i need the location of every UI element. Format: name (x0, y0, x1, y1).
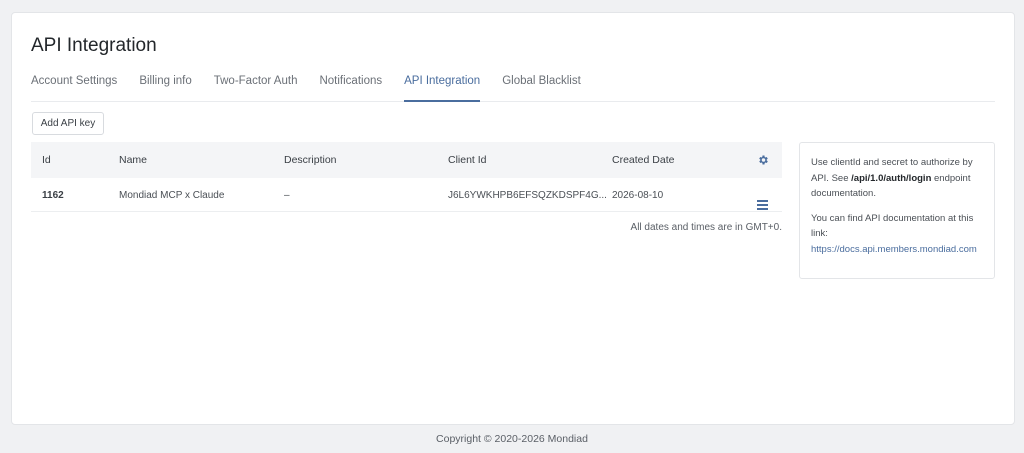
tab-billing-info[interactable]: Billing info (139, 73, 191, 102)
column-header-client-id: Client Id (448, 154, 487, 166)
auth-endpoint: /api/1.0/auth/login (851, 172, 932, 184)
row-created-date: 2026-08-10 (612, 190, 664, 201)
footer-copyright: Copyright © 2020-2026 Mondiad (436, 433, 588, 445)
tab-notifications[interactable]: Notifications (319, 73, 382, 102)
tab-api-integration[interactable]: API Integration (404, 73, 481, 102)
column-header-id: Id (42, 154, 51, 166)
table-row[interactable]: 1162 Mondiad MCP x Claude – J6L6YWKHPB6E… (31, 178, 782, 212)
row-description: – (284, 190, 290, 201)
page-title: API Integration (31, 35, 157, 56)
settings-tabs: Account Settings Billing info Two-Factor… (31, 73, 995, 102)
tab-two-factor-auth[interactable]: Two-Factor Auth (214, 73, 298, 102)
add-api-key-button[interactable]: Add API key (32, 112, 104, 135)
info-docs-text: You can find API documentation at this l… (811, 211, 983, 258)
api-info-box: Use clientId and secret to authorize by … (799, 142, 995, 279)
row-name: Mondiad MCP x Claude (119, 190, 225, 201)
row-id: 1162 (42, 190, 64, 201)
tab-global-blacklist[interactable]: Global Blacklist (502, 73, 581, 102)
docs-link[interactable]: https://docs.api.members.mondiad.com (811, 244, 977, 255)
info-auth-text: Use clientId and secret to authorize by … (811, 155, 983, 202)
hamburger-menu-icon[interactable] (757, 190, 768, 210)
timezone-note: All dates and times are in GMT+0. (630, 222, 782, 233)
gear-icon[interactable] (757, 154, 769, 166)
tab-account-settings[interactable]: Account Settings (31, 73, 117, 102)
column-header-name: Name (119, 154, 148, 166)
info-docs-label: You can find API documentation at this l… (811, 212, 974, 240)
column-header-created-date: Created Date (612, 154, 675, 166)
settings-card: API Integration Account Settings Billing… (11, 12, 1015, 425)
row-client-id: J6L6YWKHPB6EFSQZKDSPF4G... (448, 190, 607, 201)
column-header-description: Description (284, 154, 337, 166)
api-keys-table: Id Name Description Client Id Created Da… (31, 142, 782, 233)
table-header: Id Name Description Client Id Created Da… (31, 142, 782, 178)
